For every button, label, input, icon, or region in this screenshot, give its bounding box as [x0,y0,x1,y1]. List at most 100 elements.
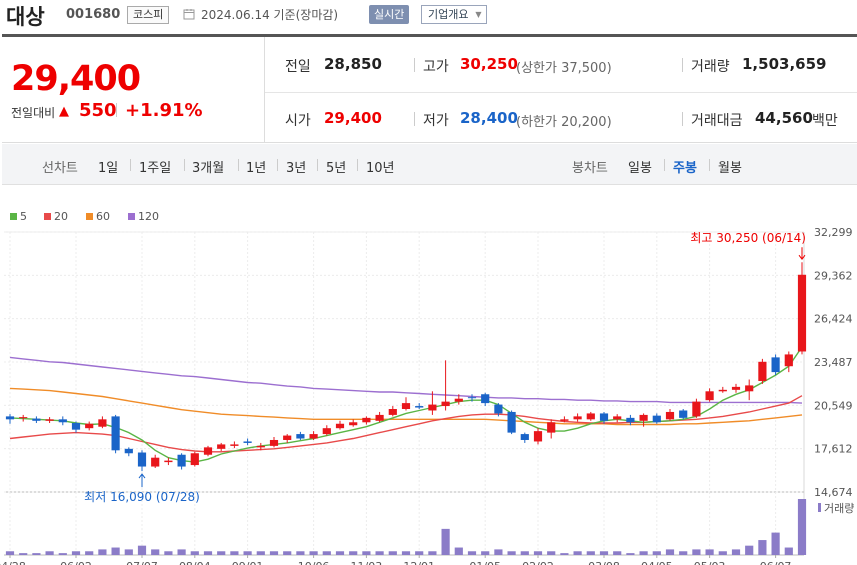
candle-body [626,417,635,423]
legend-label-60: 60 [96,210,110,223]
volume-bar [296,551,305,555]
volume-bar [151,549,160,555]
candle-body [71,423,81,430]
volume-bar [283,551,292,555]
candle-body [164,460,173,463]
low-label: 저가 [423,113,449,129]
period-1y[interactable]: 1년 [246,157,266,176]
volume-bar [533,551,543,555]
volume-bar [705,549,714,555]
divider [357,159,358,171]
volume-bar [5,551,15,555]
price-summary: 29,400 전일대비 ▲ 550 +1.91% 전일 28,850 고가 30… [2,37,857,143]
candle-body [705,391,714,401]
candle-body [217,444,226,449]
stock-header: 대상 001680 코스피 2024.06.14 기준(장마감) 실시간 기업개… [0,0,857,36]
y-tick-label: 29,362 [814,269,853,282]
volume-bar [256,551,265,555]
trade-amount-label: 거래대금 [691,113,743,129]
candle-weekly[interactable]: 주봉 [673,157,697,176]
candle-daily[interactable]: 일봉 [628,157,652,176]
volume-bar [626,553,635,555]
volume-label: 거래량 [691,59,730,75]
candle-body [441,401,450,407]
candle-body [758,361,767,381]
candle-body [32,418,41,421]
lower-limit: (하한가 20,200) [516,115,612,130]
candle-body [151,457,160,467]
candle-body [533,431,543,442]
stock-chart: 5 20 60 120 14,674 17,612 20,549 23,487 26,424 29… [0,210,854,565]
candle-monthly[interactable]: 월봉 [718,157,742,176]
candle-body [335,423,345,429]
period-3y[interactable]: 3년 [286,157,306,176]
period-selector: 선차트 1일 1주일 3개월 1년 3년 5년 10년 봉차트 일봉 주봉 월봉 [2,144,857,185]
candle-body [573,416,582,420]
volume-bar [797,499,807,555]
x-tick-label: 11/03 [351,560,383,565]
calendar-icon [183,9,195,20]
divider [414,112,415,126]
candle-body [98,419,107,427]
x-tick-label: 12/01 [403,560,435,565]
high-value: 30,250 [460,55,518,73]
candle-body [256,445,265,448]
period-10y[interactable]: 10년 [366,157,395,176]
volume-bar [573,551,582,555]
x-tick-label: 04/28 [0,560,26,565]
stock-code: 001680 [66,7,121,22]
volume-bar [217,551,226,555]
candle-body [190,453,199,466]
volume-bar [388,551,397,555]
candle-body [467,397,477,399]
candle-body [520,434,529,440]
candle-body [5,416,15,420]
volume-legend-swatch [818,503,821,512]
candle-body [177,454,186,467]
volume-bar [758,540,767,555]
x-tick-label: 05/03 [694,560,726,565]
volume-value: 1,503,659 [742,55,827,73]
divider [277,159,278,171]
period-1w[interactable]: 1주일 [139,157,171,176]
volume-bar [98,549,107,555]
volume-bar [401,551,411,555]
x-tick-label: 09/01 [232,560,264,565]
open-value: 29,400 [324,109,382,127]
volume-bar [481,551,490,555]
company-overview-dropdown[interactable]: 기업개요 ▼ [421,5,488,24]
candle-body [349,422,358,426]
volume-bar [718,551,727,555]
x-tick-label: 06/07 [760,560,792,565]
volume-bar [137,545,147,555]
candle-body [401,403,411,410]
candle-body [375,414,384,421]
high-annotation: 최고 30,250 (06/14) [690,231,806,245]
period-3m[interactable]: 3개월 [192,157,224,176]
x-tick-label: 04/05 [641,560,673,565]
volume-bar [335,551,345,555]
prev-close-label: 전일 [285,59,311,75]
divider [682,112,683,126]
divider [238,159,239,171]
realtime-button[interactable]: 실시간 [369,5,410,24]
period-1d[interactable]: 1일 [98,157,118,176]
candle-body [494,404,503,414]
volume-bar [190,551,199,555]
volume-bar [349,551,358,555]
candle-chart-label: 봉차트 [572,161,608,176]
volume-bar [124,549,133,555]
x-tick-label: 01/05 [469,560,501,565]
y-tick-label: 17,612 [814,443,853,456]
change-label: 전일대비 [11,106,56,120]
volume-bar [613,551,622,555]
divider [265,92,857,93]
line-chart-label: 선차트 [42,161,78,176]
volume-bar [71,551,81,555]
candle-body [679,410,688,418]
divider [664,159,665,171]
volume-bar [507,551,516,555]
candle-body [718,389,727,392]
period-5y[interactable]: 5년 [326,157,346,176]
legend-swatch-120 [128,213,135,220]
